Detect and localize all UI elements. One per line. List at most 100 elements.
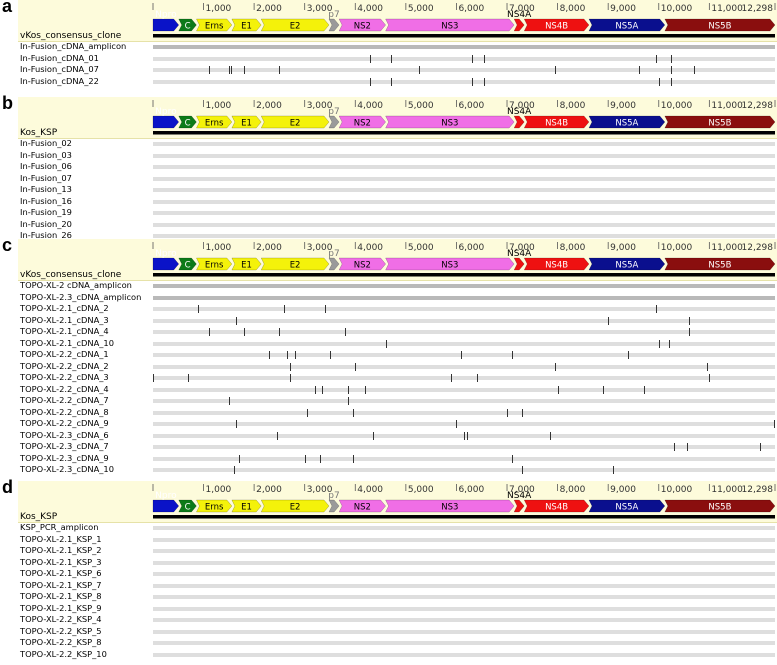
gene-label-above: Npro [155, 10, 177, 20]
reference-track: 1,000 2,000 3,000 4,000 5,000 6,000 7,000 8,000… [152, 484, 776, 519]
ruler-tick-label: 12,298 [742, 4, 774, 14]
gene-label: NS2 [354, 119, 371, 129]
sample-name: TOPO-XL-2.2_cDNA_3 [20, 372, 109, 382]
variant-mark [243, 66, 245, 74]
gene-label: NS3 [441, 22, 458, 32]
ruler-tick-label: 11,000 [711, 101, 743, 111]
consensus-sequence-bar [153, 515, 775, 519]
ruler-tick-label: 12,298 [742, 485, 774, 495]
ruler-tick-label: 2,000 [256, 4, 282, 14]
sample-read-bar [153, 284, 775, 288]
sample-name: In-Fusion_cDNA_07 [20, 64, 99, 74]
sample-read-bar [153, 583, 775, 588]
variant-mark [322, 385, 324, 394]
variant-mark [347, 385, 349, 394]
gene-label: E2 [290, 22, 301, 32]
sample-name: TOPO-XL-2.2_KSP_4 [20, 614, 102, 624]
gene-label: C [185, 261, 191, 271]
sample-name: TOPO-XL-2.2_cDNA_4 [20, 383, 109, 394]
gene-label: E1 [241, 261, 252, 271]
variant-mark [345, 328, 347, 336]
ruler-tick-label: 6,000 [458, 101, 484, 111]
gene-label: C [185, 503, 191, 513]
variant-mark [507, 408, 509, 417]
variant-mark [484, 77, 486, 86]
sample-name: TOPO-XL-2.1_KSP_9 [20, 602, 102, 613]
ruler-tick-label: 1,000 [206, 243, 232, 253]
sample-read-bar [153, 387, 775, 392]
sample-name: TOPO-XL-2.1_KSP_3 [20, 556, 102, 567]
gene-label: E2 [290, 503, 301, 513]
gene-ns4a [513, 18, 525, 32]
ruler-tick-label: 8,000 [560, 243, 586, 253]
variant-mark [709, 374, 711, 382]
variant-mark [286, 351, 288, 359]
ruler-tick-label: 6,000 [458, 485, 484, 495]
variant-mark [238, 454, 240, 463]
ruler-tick-label: 9,000 [610, 243, 636, 253]
sample-name: TOPO-XL-2.2_KSP_5 [20, 625, 102, 636]
variant-mark [355, 362, 357, 371]
gene-label-above: Npro [155, 249, 177, 259]
sample-read-bar [153, 341, 775, 346]
variant-mark [390, 77, 392, 86]
sample-read-bar [153, 410, 775, 415]
sample-read-bar [153, 641, 775, 645]
variant-mark [276, 431, 278, 440]
gene-label-above: p7 [328, 249, 339, 259]
variant-mark [347, 397, 349, 405]
ruler-tick-label: 2,000 [256, 101, 282, 111]
sample-read-bar [153, 45, 775, 49]
variant-mark [628, 351, 630, 359]
gene-label: NS4B [545, 119, 568, 129]
variant-mark [671, 66, 673, 74]
sample-read-bar [153, 629, 775, 634]
sample-name: In-Fusion_16 [20, 195, 72, 206]
ruler-tick-label: 4,000 [357, 4, 383, 14]
variant-mark [231, 66, 233, 74]
variant-mark [243, 328, 245, 336]
sample-name: In-Fusion_cDNA_amplicon [20, 41, 127, 51]
ruler-tick-label: 9,000 [610, 101, 636, 111]
sample-name: TOPO-XL-2.1_KSP_1 [20, 533, 102, 544]
variant-mark [658, 339, 660, 348]
variant-mark [236, 316, 238, 325]
gene-label: C [185, 22, 191, 32]
variant-mark [456, 420, 458, 428]
sample-name: In-Fusion_19 [20, 207, 72, 217]
ruler-tick-label: 5,000 [408, 485, 434, 495]
ruler-tick-label: 8,000 [560, 4, 586, 14]
gene-label-above: Npro [155, 491, 177, 501]
variant-mark [365, 385, 367, 394]
sample-name: TOPO-XL-2.2_cDNA_9 [20, 418, 109, 428]
ruler-tick-label: 5,000 [408, 101, 434, 111]
sample-read-bar [153, 307, 775, 311]
sample-name: In-Fusion_cDNA_22 [20, 75, 99, 86]
ruler-tick-label: 10,000 [661, 243, 693, 253]
panel-d: d Kos_KSP 1,000 2,000 3,000 4,000 5,000 6,000 7,… [0, 477, 777, 665]
consensus-sequence-bar [153, 273, 775, 277]
gene-label: NS3 [441, 261, 458, 271]
sample-name: TOPO-XL-2.1_KSP_2 [20, 545, 102, 555]
sample-read-bar [153, 468, 775, 472]
variant-mark [671, 54, 673, 63]
variant-mark [686, 443, 688, 451]
sample-name: TOPO-XL-2.2_cDNA_8 [20, 406, 109, 417]
gene-label-above: p7 [328, 107, 339, 117]
gene-label: NS5B [708, 22, 731, 32]
gene-label-above: NS4A [507, 249, 532, 259]
gene-label: NS5A [615, 119, 638, 129]
ruler-tick-label: 4,000 [357, 243, 383, 253]
sample-read-bar [153, 456, 775, 461]
gene-label: NS5B [708, 261, 731, 271]
variant-mark [706, 362, 708, 371]
variant-mark [319, 454, 321, 463]
ruler-tick-label: 9,000 [610, 485, 636, 495]
sample-name: TOPO-XL-2.1_cDNA_3 [20, 314, 109, 325]
sample-read-bar [153, 188, 775, 192]
ruler-tick-label: 1,000 [206, 485, 232, 495]
sample-read-bar [153, 618, 775, 622]
sample-read-bar [153, 376, 775, 380]
reference-track: 1,000 2,000 3,000 4,000 5,000 6,000 7,000 8,000… [152, 100, 776, 135]
sample-read-bar [153, 165, 775, 169]
